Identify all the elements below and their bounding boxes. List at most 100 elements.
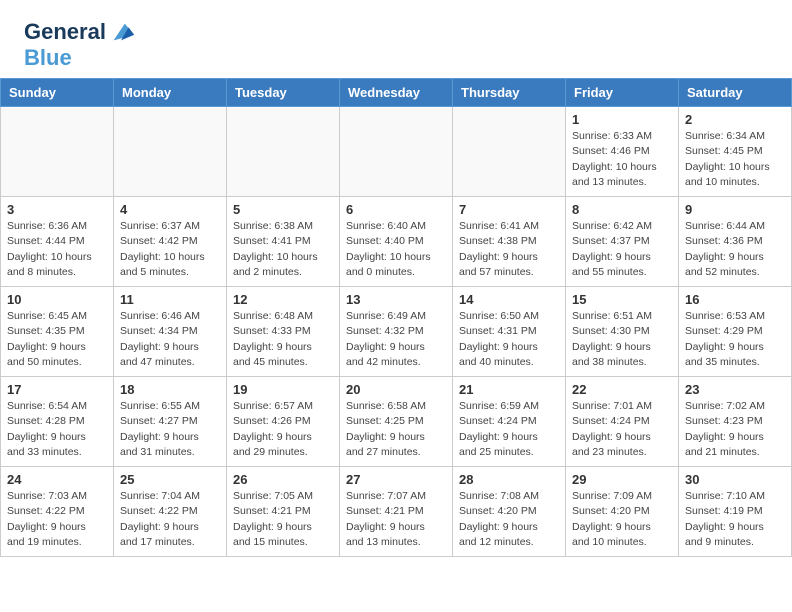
day-info: Sunrise: 7:03 AMSunset: 4:22 PMDaylight:… xyxy=(7,489,107,550)
day-number: 10 xyxy=(7,292,107,307)
logo-icon xyxy=(108,18,136,46)
day-info: Sunrise: 6:42 AMSunset: 4:37 PMDaylight:… xyxy=(572,219,672,280)
col-header-monday: Monday xyxy=(114,79,227,107)
day-info: Sunrise: 6:33 AMSunset: 4:46 PMDaylight:… xyxy=(572,129,672,190)
calendar-cell: 29 Sunrise: 7:09 AMSunset: 4:20 PMDayligh… xyxy=(566,467,679,557)
day-number: 5 xyxy=(233,202,333,217)
calendar-cell: 6 Sunrise: 6:40 AMSunset: 4:40 PMDaylight… xyxy=(340,197,453,287)
calendar-cell: 30Sunrise: 7:10 AMSunset: 4:19 PMDayligh… xyxy=(679,467,792,557)
calendar-cell: 8 Sunrise: 6:42 AMSunset: 4:37 PMDaylight… xyxy=(566,197,679,287)
day-info: Sunrise: 6:44 AMSunset: 4:36 PMDaylight:… xyxy=(685,219,785,280)
calendar-cell: 23 Sunrise: 7:02 AMSunset: 4:23 PMDayligh… xyxy=(679,377,792,467)
logo-blue-text: Blue xyxy=(24,46,72,70)
day-number: 29 xyxy=(572,472,672,487)
day-info: Sunrise: 7:05 AMSunset: 4:21 PMDaylight:… xyxy=(233,489,333,550)
day-info: Sunrise: 6:40 AMSunset: 4:40 PMDaylight:… xyxy=(346,219,446,280)
calendar-cell: 7 Sunrise: 6:41 AMSunset: 4:38 PMDaylight… xyxy=(453,197,566,287)
day-info: Sunrise: 7:02 AMSunset: 4:23 PMDaylight:… xyxy=(685,399,785,460)
day-number: 25 xyxy=(120,472,220,487)
day-number: 23 xyxy=(685,382,785,397)
logo: General Blue xyxy=(24,18,136,70)
day-info: Sunrise: 7:07 AMSunset: 4:21 PMDaylight:… xyxy=(346,489,446,550)
day-info: Sunrise: 6:45 AMSunset: 4:35 PMDaylight:… xyxy=(7,309,107,370)
day-number: 14 xyxy=(459,292,559,307)
calendar-cell: 11 Sunrise: 6:46 AMSunset: 4:34 PMDayligh… xyxy=(114,287,227,377)
calendar-cell xyxy=(227,107,340,197)
day-info: Sunrise: 6:50 AMSunset: 4:31 PMDaylight:… xyxy=(459,309,559,370)
day-number: 7 xyxy=(459,202,559,217)
calendar-cell: 10 Sunrise: 6:45 AMSunset: 4:35 PMDayligh… xyxy=(1,287,114,377)
day-info: Sunrise: 6:46 AMSunset: 4:34 PMDaylight:… xyxy=(120,309,220,370)
day-number: 27 xyxy=(346,472,446,487)
calendar-cell: 17 Sunrise: 6:54 AMSunset: 4:28 PMDayligh… xyxy=(1,377,114,467)
day-number: 8 xyxy=(572,202,672,217)
calendar-cell: 25 Sunrise: 7:04 AMSunset: 4:22 PMDayligh… xyxy=(114,467,227,557)
day-number: 3 xyxy=(7,202,107,217)
calendar-cell: 13 Sunrise: 6:49 AMSunset: 4:32 PMDayligh… xyxy=(340,287,453,377)
week-row-4: 17 Sunrise: 6:54 AMSunset: 4:28 PMDayligh… xyxy=(1,377,792,467)
calendar-cell: 2 Sunrise: 6:34 AMSunset: 4:45 PMDaylight… xyxy=(679,107,792,197)
day-info: Sunrise: 6:49 AMSunset: 4:32 PMDaylight:… xyxy=(346,309,446,370)
day-number: 22 xyxy=(572,382,672,397)
day-info: Sunrise: 6:36 AMSunset: 4:44 PMDaylight:… xyxy=(7,219,107,280)
day-info: Sunrise: 6:59 AMSunset: 4:24 PMDaylight:… xyxy=(459,399,559,460)
day-number: 15 xyxy=(572,292,672,307)
day-info: Sunrise: 6:38 AMSunset: 4:41 PMDaylight:… xyxy=(233,219,333,280)
day-info: Sunrise: 6:41 AMSunset: 4:38 PMDaylight:… xyxy=(459,219,559,280)
day-number: 12 xyxy=(233,292,333,307)
day-info: Sunrise: 6:58 AMSunset: 4:25 PMDaylight:… xyxy=(346,399,446,460)
day-info: Sunrise: 6:34 AMSunset: 4:45 PMDaylight:… xyxy=(685,129,785,190)
week-row-3: 10 Sunrise: 6:45 AMSunset: 4:35 PMDayligh… xyxy=(1,287,792,377)
calendar-cell xyxy=(114,107,227,197)
calendar-cell: 5 Sunrise: 6:38 AMSunset: 4:41 PMDaylight… xyxy=(227,197,340,287)
calendar-cell xyxy=(340,107,453,197)
calendar-cell: 27 Sunrise: 7:07 AMSunset: 4:21 PMDayligh… xyxy=(340,467,453,557)
day-number: 24 xyxy=(7,472,107,487)
day-info: Sunrise: 6:37 AMSunset: 4:42 PMDaylight:… xyxy=(120,219,220,280)
calendar-cell: 14 Sunrise: 6:50 AMSunset: 4:31 PMDayligh… xyxy=(453,287,566,377)
day-number: 11 xyxy=(120,292,220,307)
day-info: Sunrise: 6:54 AMSunset: 4:28 PMDaylight:… xyxy=(7,399,107,460)
day-number: 4 xyxy=(120,202,220,217)
day-info: Sunrise: 7:10 AMSunset: 4:19 PMDaylight:… xyxy=(685,489,785,550)
day-number: 13 xyxy=(346,292,446,307)
day-info: Sunrise: 7:08 AMSunset: 4:20 PMDaylight:… xyxy=(459,489,559,550)
calendar-cell: 3 Sunrise: 6:36 AMSunset: 4:44 PMDaylight… xyxy=(1,197,114,287)
day-number: 16 xyxy=(685,292,785,307)
calendar-cell: 21 Sunrise: 6:59 AMSunset: 4:24 PMDayligh… xyxy=(453,377,566,467)
day-number: 6 xyxy=(346,202,446,217)
calendar-cell: 24 Sunrise: 7:03 AMSunset: 4:22 PMDayligh… xyxy=(1,467,114,557)
col-header-wednesday: Wednesday xyxy=(340,79,453,107)
col-header-tuesday: Tuesday xyxy=(227,79,340,107)
day-info: Sunrise: 7:09 AMSunset: 4:20 PMDaylight:… xyxy=(572,489,672,550)
calendar-cell: 20 Sunrise: 6:58 AMSunset: 4:25 PMDayligh… xyxy=(340,377,453,467)
calendar-header-row: SundayMondayTuesdayWednesdayThursdayFrid… xyxy=(1,79,792,107)
col-header-thursday: Thursday xyxy=(453,79,566,107)
day-number: 28 xyxy=(459,472,559,487)
day-number: 2 xyxy=(685,112,785,127)
col-header-sunday: Sunday xyxy=(1,79,114,107)
calendar-cell: 1Sunrise: 6:33 AMSunset: 4:46 PMDaylight… xyxy=(566,107,679,197)
col-header-friday: Friday xyxy=(566,79,679,107)
day-info: Sunrise: 6:48 AMSunset: 4:33 PMDaylight:… xyxy=(233,309,333,370)
calendar-cell: 15 Sunrise: 6:51 AMSunset: 4:30 PMDayligh… xyxy=(566,287,679,377)
calendar-cell: 18Sunrise: 6:55 AMSunset: 4:27 PMDayligh… xyxy=(114,377,227,467)
day-number: 19 xyxy=(233,382,333,397)
day-number: 17 xyxy=(7,382,107,397)
calendar-body: 1Sunrise: 6:33 AMSunset: 4:46 PMDaylight… xyxy=(1,107,792,557)
week-row-2: 3 Sunrise: 6:36 AMSunset: 4:44 PMDaylight… xyxy=(1,197,792,287)
calendar-cell: 28 Sunrise: 7:08 AMSunset: 4:20 PMDayligh… xyxy=(453,467,566,557)
day-info: Sunrise: 7:04 AMSunset: 4:22 PMDaylight:… xyxy=(120,489,220,550)
calendar-cell: 9 Sunrise: 6:44 AMSunset: 4:36 PMDaylight… xyxy=(679,197,792,287)
calendar-cell: 12 Sunrise: 6:48 AMSunset: 4:33 PMDayligh… xyxy=(227,287,340,377)
day-info: Sunrise: 6:51 AMSunset: 4:30 PMDaylight:… xyxy=(572,309,672,370)
day-number: 20 xyxy=(346,382,446,397)
day-number: 21 xyxy=(459,382,559,397)
col-header-saturday: Saturday xyxy=(679,79,792,107)
week-row-1: 1Sunrise: 6:33 AMSunset: 4:46 PMDaylight… xyxy=(1,107,792,197)
day-number: 9 xyxy=(685,202,785,217)
calendar-cell: 16Sunrise: 6:53 AMSunset: 4:29 PMDayligh… xyxy=(679,287,792,377)
calendar-cell xyxy=(453,107,566,197)
week-row-5: 24 Sunrise: 7:03 AMSunset: 4:22 PMDayligh… xyxy=(1,467,792,557)
day-info: Sunrise: 6:55 AMSunset: 4:27 PMDaylight:… xyxy=(120,399,220,460)
